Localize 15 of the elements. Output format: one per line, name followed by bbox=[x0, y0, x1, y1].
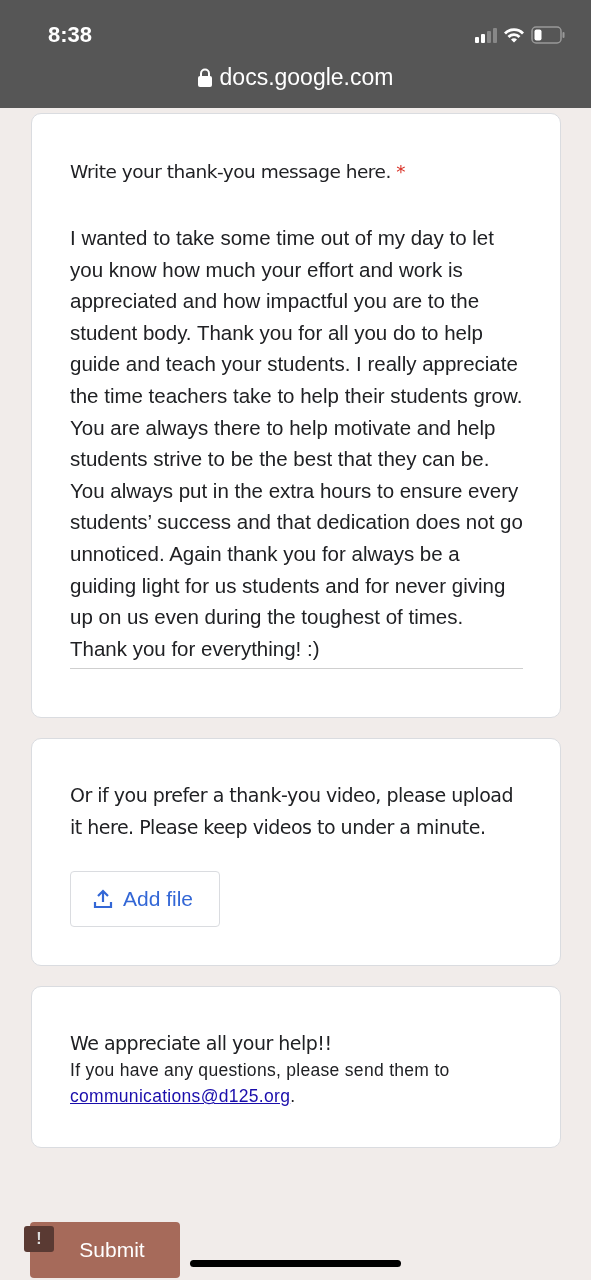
feedback-icon[interactable]: ! bbox=[24, 1226, 54, 1252]
description-text: If you have any questions, please send them to communications@d125.org. bbox=[70, 1059, 451, 1109]
battery-icon bbox=[531, 26, 565, 44]
signal-icon bbox=[475, 27, 497, 43]
clock: 8:38 bbox=[48, 22, 93, 48]
add-file-button[interactable]: Add file bbox=[70, 871, 221, 928]
upload-icon bbox=[93, 889, 113, 910]
url-text[interactable]: docs.google.com bbox=[219, 64, 394, 91]
lock-icon bbox=[197, 68, 212, 87]
wifi-icon bbox=[503, 27, 525, 43]
question-title: Or if you prefer a thank-you video, please upload it here. Please keep videos to under a minute. bbox=[70, 783, 514, 841]
answer-field[interactable]: I wanted to take some time out of my day to let you know how much your effort and work is appreciated and how impactful you are to the student body. Thank you for all you do to help guide and teach your students. I really appreciate the time teachers take to help their students grow. You are always there to help motivate and help students strive to be the best that they can be. You always put in the extra hours to ensure every students’ success and that dedication does not go unnoticed. Again thank you for always be a guiding light for us students and for never giving up on us even during the toughest of times. Thank you for everything! :) bbox=[70, 222, 523, 670]
question-title: We appreciate all your help!! bbox=[70, 1031, 333, 1057]
question-title: Write your thank-you message here. * bbox=[70, 160, 406, 184]
email-link[interactable]: communications@d125.org bbox=[70, 1086, 291, 1107]
